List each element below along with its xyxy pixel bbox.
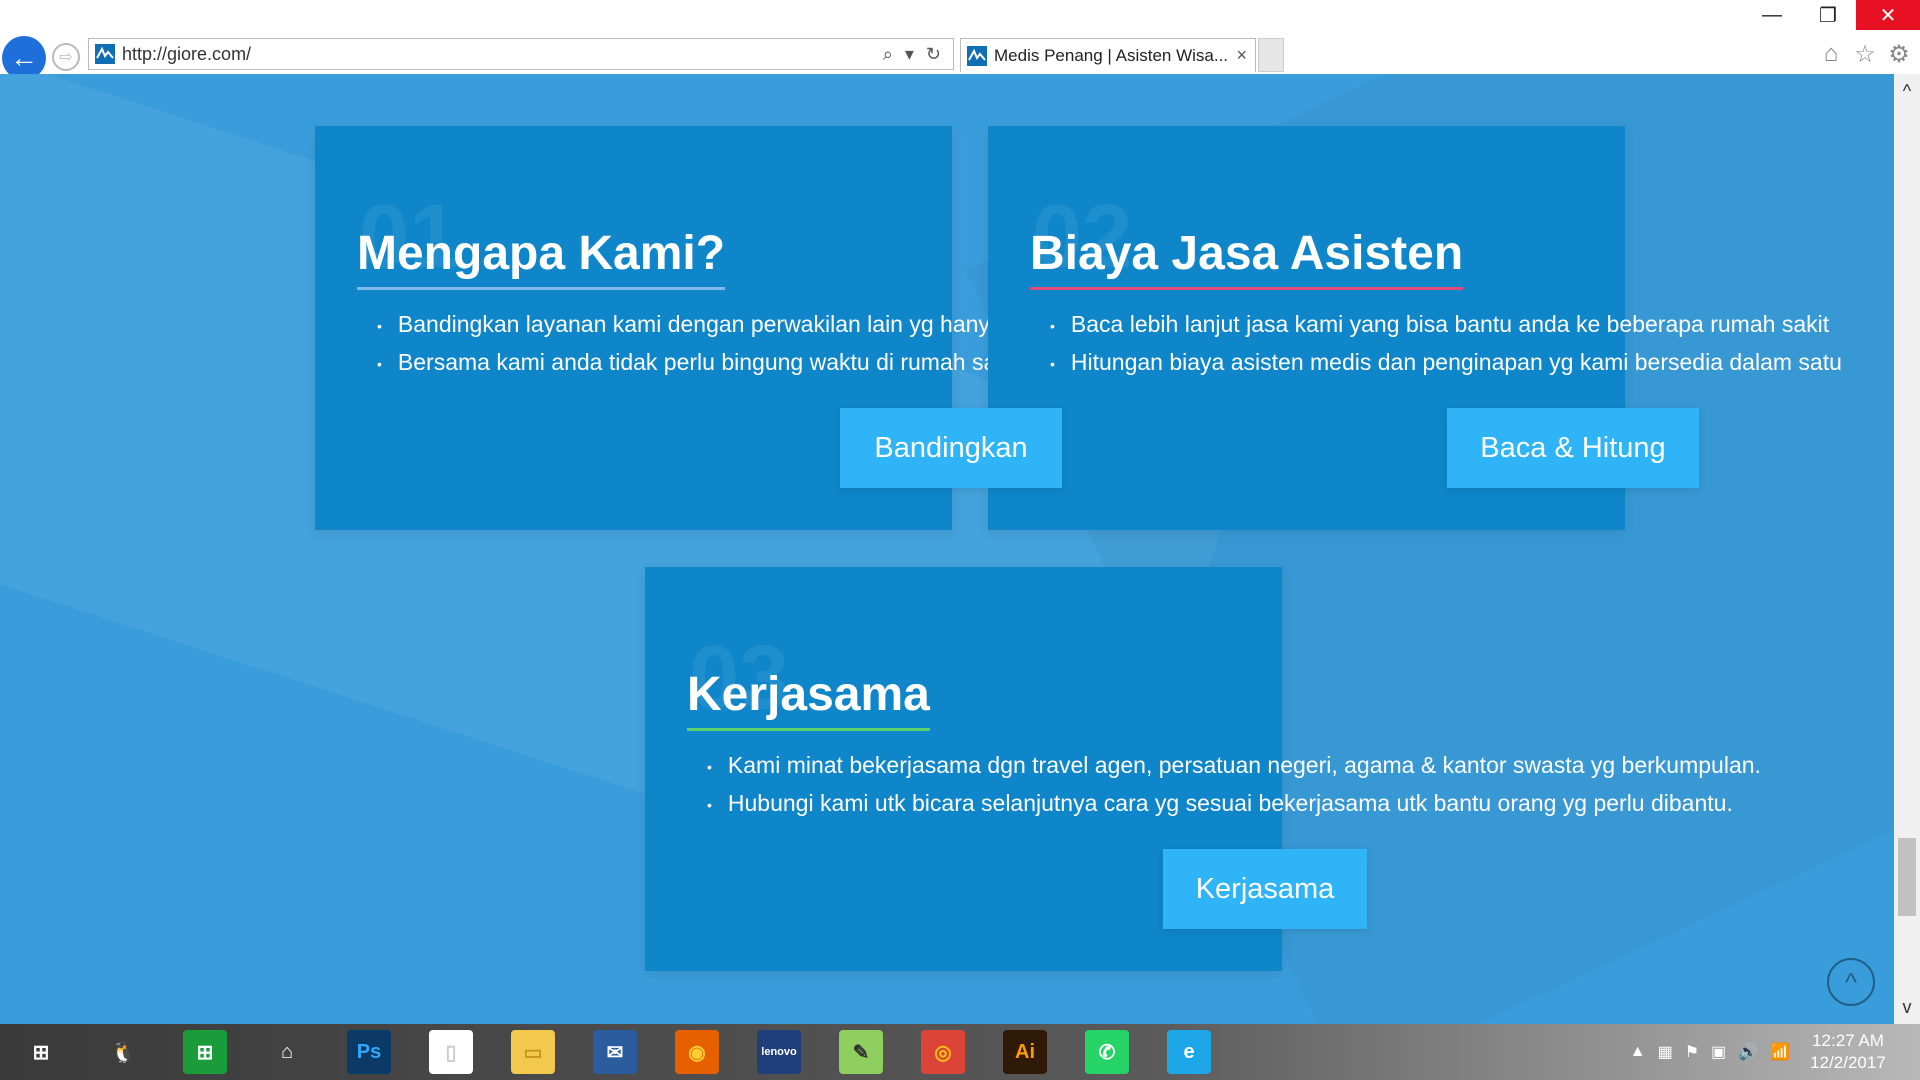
tab-title: Medis Penang | Asisten Wisa... [994,45,1229,65]
home-icon[interactable]: ⌂ [1818,40,1844,68]
windows-start-icon[interactable]: ⊞ [0,1024,82,1080]
list-item: Hitungan biaya asisten medis dan pengina… [1030,344,1894,382]
firefox-icon[interactable]: ◉ [656,1024,738,1080]
refresh-icon[interactable]: ↻ [926,44,941,65]
internet-explorer-icon[interactable]: e [1148,1024,1230,1080]
list-item: Baca lebih lanjut jasa kami yang bisa ba… [1030,306,1894,344]
list-item: Hubungi kami utk bicara selanjutnya cara… [687,785,1894,823]
back-to-top-button[interactable]: ^ [1827,958,1875,1006]
notepad-icon-glyph: ✎ [839,1030,883,1074]
internet-explorer-icon-glyph: e [1167,1030,1211,1074]
whatsapp-icon-glyph: ✆ [1085,1030,1129,1074]
thunderbird-icon[interactable]: ✉ [574,1024,656,1080]
scroll-thumb[interactable] [1898,838,1916,916]
chevron-down-icon[interactable]: ▾ [905,44,914,65]
minimize-button[interactable]: — [1744,0,1800,30]
notepad-icon[interactable]: ✎ [820,1024,902,1080]
clock-time: 12:27 AM [1812,1031,1884,1050]
photoshop-icon-glyph: Ps [347,1030,391,1074]
flag-icon[interactable]: ⚑ [1685,1042,1699,1062]
tab-favicon-icon [966,45,988,67]
taskbar-apps: ⊞ 🐧 ⊞ ⌂ Ps ▯ ▭ ✉ ◉ lenovo ✎ ◎ Ai ✆ e [0,1024,1230,1080]
card-list: Kami minat bekerjasama dgn travel agen, … [687,747,1894,823]
bandingkan-button[interactable]: Bandingkan [840,408,1062,488]
folder-icon-glyph: ▭ [511,1030,555,1074]
chrome-icon-glyph: ◎ [921,1030,965,1074]
search-icon[interactable]: ⌕ [883,44,893,65]
browser-tab[interactable]: Medis Penang | Asisten Wisa... × [960,38,1256,72]
lenovo-icon-glyph: lenovo [757,1030,801,1074]
store-icon[interactable]: ⊞ [164,1024,246,1080]
home-icon-glyph: ⌂ [280,1040,294,1063]
site-favicon-icon [94,43,116,65]
card-title: Kerjasama [687,667,930,731]
card-list: Baca lebih lanjut jasa kami yang bisa ba… [1030,306,1894,382]
close-window-button[interactable]: ✕ [1856,0,1920,30]
lenovo-icon[interactable]: lenovo [738,1024,820,1080]
window-controls: — ❐ ✕ [1744,0,1920,34]
photoshop-icon[interactable]: Ps [328,1024,410,1080]
file-icon[interactable]: ▯ [410,1024,492,1080]
card-title: Mengapa Kami? [357,226,726,290]
illustrator-icon[interactable]: Ai [984,1024,1066,1080]
battery-icon[interactable]: ▣ [1711,1042,1726,1062]
url-text[interactable]: http://giore.com/ [122,44,883,65]
baca-hitung-button[interactable]: Baca & Hitung [1447,408,1699,488]
favorites-star-icon[interactable]: ☆ [1852,40,1878,68]
scroll-down-icon[interactable]: v [1894,994,1920,1020]
vertical-scrollbar[interactable]: ^ v [1894,74,1920,1024]
windows-start-icon-glyph: ⊞ [32,1041,50,1064]
thunderbird-icon-glyph: ✉ [593,1030,637,1074]
new-tab-button[interactable] [1258,38,1284,72]
list-item: Kami minat bekerjasama dgn travel agen, … [687,747,1894,785]
illustrator-icon-glyph: Ai [1003,1030,1047,1074]
wifi-signal-icon[interactable]: 📶 [1770,1042,1790,1062]
volume-icon[interactable]: 🔊 [1738,1042,1758,1062]
taskbar: ⊞ 🐧 ⊞ ⌂ Ps ▯ ▭ ✉ ◉ lenovo ✎ ◎ Ai ✆ e ▲ ▦ ⚑ ▣ 🔊 📶 12:27 AM 1… [0,1024,1920,1080]
page-viewport: 01 Mengapa Kami? Bandingkan layanan kami… [0,74,1894,1024]
clock[interactable]: 12:27 AM 12/2/2017 [1798,1030,1898,1074]
whatsapp-icon[interactable]: ✆ [1066,1024,1148,1080]
qq-icon[interactable]: 🐧 [82,1024,164,1080]
show-hidden-icons-icon[interactable]: ▲ [1630,1043,1646,1061]
file-icon-glyph: ▯ [429,1030,473,1074]
restore-button[interactable]: ❐ [1800,0,1856,30]
ie-toolbar: ⌂ ☆ ⚙ [1818,40,1912,68]
network-adapter-icon[interactable]: ▦ [1658,1042,1673,1062]
chrome-icon[interactable]: ◎ [902,1024,984,1080]
browser-chrome: — ❐ ✕ ← ⇨ http://giore.com/ ⌕ ▾ ↻ Medis … [0,0,1920,80]
forward-button[interactable]: ⇨ [52,43,80,71]
card-title: Biaya Jasa Asisten [1030,226,1464,290]
folder-icon[interactable]: ▭ [492,1024,574,1080]
qq-icon-glyph: 🐧 [110,1041,136,1064]
gear-icon[interactable]: ⚙ [1886,40,1912,68]
address-bar[interactable]: http://giore.com/ ⌕ ▾ ↻ [88,38,954,70]
scroll-up-icon[interactable]: ^ [1894,78,1920,104]
firefox-icon-glyph: ◉ [675,1030,719,1074]
home-icon[interactable]: ⌂ [246,1024,328,1080]
system-tray: ▲ ▦ ⚑ ▣ 🔊 📶 [1630,1024,1790,1080]
kerjasama-button[interactable]: Kerjasama [1163,849,1367,929]
close-tab-icon[interactable]: × [1236,45,1247,66]
clock-date: 12/2/2017 [1810,1053,1886,1072]
store-icon-glyph: ⊞ [183,1030,227,1074]
